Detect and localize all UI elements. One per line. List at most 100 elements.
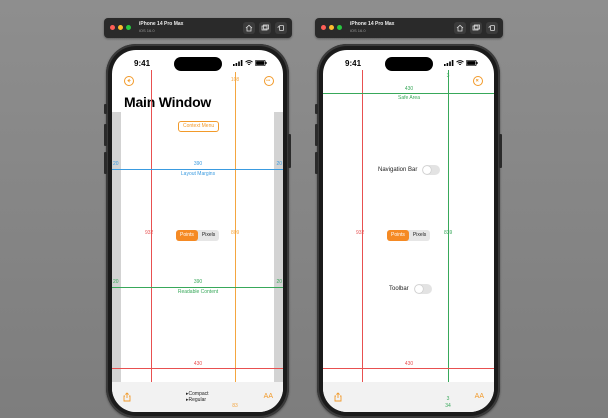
status-time: 9:41 (345, 59, 362, 68)
silent-switch (104, 104, 107, 114)
safe-height-label: 809 (231, 230, 240, 236)
share-button[interactable] (333, 392, 343, 402)
navigation-bar-toggle[interactable] (422, 165, 441, 175)
cellular-icon (233, 60, 243, 66)
regular-label: ▸Regular (186, 397, 207, 403)
safe-height-guide (235, 72, 236, 412)
safe-area-guide (323, 93, 494, 94)
ellipsis-icon (266, 79, 271, 81)
readable-width-label: 390 (193, 279, 203, 285)
home-button[interactable] (454, 22, 466, 34)
home-button[interactable] (243, 22, 255, 34)
segment-pixels[interactable]: Pixels (409, 230, 430, 241)
text-size-button[interactable]: AA (475, 393, 484, 400)
minimize-window-button[interactable] (329, 25, 334, 30)
screen-width-guide (112, 368, 283, 369)
screen-width-label: 430 (404, 361, 414, 367)
safe-area-width-label: 430 (404, 86, 414, 92)
simulator-titlebar: iPhone 14 Pro Max iOS 16.0 (104, 18, 292, 38)
size-class-indicator: ▸Compact ▸Regular (186, 391, 209, 403)
volume-up-button (104, 124, 107, 146)
xmark-icon (475, 78, 479, 82)
units-segmented-control[interactable]: Points Pixels (387, 230, 431, 241)
bottom-toolbar: ▸Compact ▸Regular 83 AA (112, 382, 283, 412)
safe-area-height-guide (448, 70, 449, 412)
rotate-icon (488, 25, 495, 31)
bottom-toolbar: 3 34 AA (323, 382, 494, 412)
layout-margin-left-label: 20 (113, 161, 119, 167)
navigation-bar-label: Navigation Bar (378, 167, 418, 173)
window-controls (110, 25, 131, 30)
minimize-window-button[interactable] (118, 25, 123, 30)
side-button (288, 134, 291, 168)
segment-points[interactable]: Points (176, 230, 198, 241)
simulator-left: iPhone 14 Pro Max iOS 16.0 9:41 Main Win… (104, 18, 292, 418)
readable-content-label: Readable Content (177, 289, 219, 295)
zoom-window-button[interactable] (126, 25, 131, 30)
status-time: 9:41 (134, 59, 151, 68)
dynamic-island (174, 57, 222, 71)
close-window-button[interactable] (110, 25, 115, 30)
side-button (499, 134, 502, 168)
screen-height-label: 932 (356, 230, 365, 236)
more-button[interactable] (264, 76, 274, 86)
layout-margin-right-label: 20 (276, 161, 282, 167)
top-inset-label: 3 (446, 73, 450, 79)
context-menu-button[interactable]: Context Menu (178, 121, 220, 132)
readable-content-guide (112, 287, 283, 288)
simulator-titlebar: iPhone 14 Pro Max iOS 16.0 (315, 18, 503, 38)
arrow-left-icon (127, 78, 131, 83)
safe-area-label: Safe Area (398, 95, 420, 101)
battery-icon (255, 60, 267, 66)
segment-pixels[interactable]: Pixels (198, 230, 219, 241)
battery-icon (466, 60, 478, 66)
rotate-icon (277, 25, 284, 31)
segment-points[interactable]: Points (387, 230, 409, 241)
layout-margin-left-band (112, 112, 121, 382)
status-icons (233, 60, 267, 66)
units-segmented-control[interactable]: Points Pixels (176, 230, 220, 241)
window-subtitle: iOS 16.0 (350, 28, 366, 33)
safe-area-height-label: 839 (444, 230, 453, 236)
text-size-button[interactable]: AA (264, 393, 273, 400)
layout-margins-guide (112, 169, 283, 170)
rotate-button[interactable] (275, 22, 287, 34)
screen-width-guide (323, 368, 494, 369)
home-icon (456, 24, 464, 32)
back-button[interactable] (124, 76, 134, 86)
volume-down-button (315, 152, 318, 174)
zoom-window-button[interactable] (337, 25, 342, 30)
dynamic-island (385, 57, 433, 71)
share-button[interactable] (122, 392, 132, 402)
screenshot-icon (261, 24, 269, 31)
bottom-inset-label: 34 (445, 403, 451, 409)
device-screen: 9:41 Main Window 932 809 108 390 20 20 L… (112, 50, 283, 412)
layout-margins-label: Layout Margins (180, 171, 216, 177)
page-title: Main Window (124, 94, 212, 110)
readable-right-label: 20 (276, 279, 282, 285)
bottom-inset-label: 83 (232, 403, 238, 409)
wifi-icon (245, 60, 253, 65)
window-title: iPhone 14 Pro Max (350, 21, 395, 27)
top-inset-label: 108 (230, 77, 240, 83)
screenshot-button[interactable] (470, 22, 482, 34)
screen-height-guide (151, 70, 152, 412)
layout-width-label: 390 (193, 161, 203, 167)
volume-down-button (104, 152, 107, 174)
window-title: iPhone 14 Pro Max (139, 21, 184, 27)
simulator-right: iPhone 14 Pro Max iOS 16.0 9:41 932 839 … (315, 18, 503, 418)
screenshot-icon (472, 24, 480, 31)
screen-height-guide (362, 70, 363, 412)
iphone-frame: 9:41 932 839 3 430 Safe Area Navigation … (315, 44, 502, 418)
layout-margin-right-band (274, 112, 283, 382)
rotate-button[interactable] (486, 22, 498, 34)
window-controls (321, 25, 342, 30)
bottom-inset-top-label: 3 (446, 396, 450, 402)
close-button[interactable] (473, 76, 483, 86)
iphone-frame: 9:41 Main Window 932 809 108 390 20 20 L… (104, 44, 291, 418)
window-subtitle: iOS 16.0 (139, 28, 155, 33)
toolbar-toggle[interactable] (413, 284, 432, 294)
screen-width-label: 430 (193, 361, 203, 367)
close-window-button[interactable] (321, 25, 326, 30)
screenshot-button[interactable] (259, 22, 271, 34)
